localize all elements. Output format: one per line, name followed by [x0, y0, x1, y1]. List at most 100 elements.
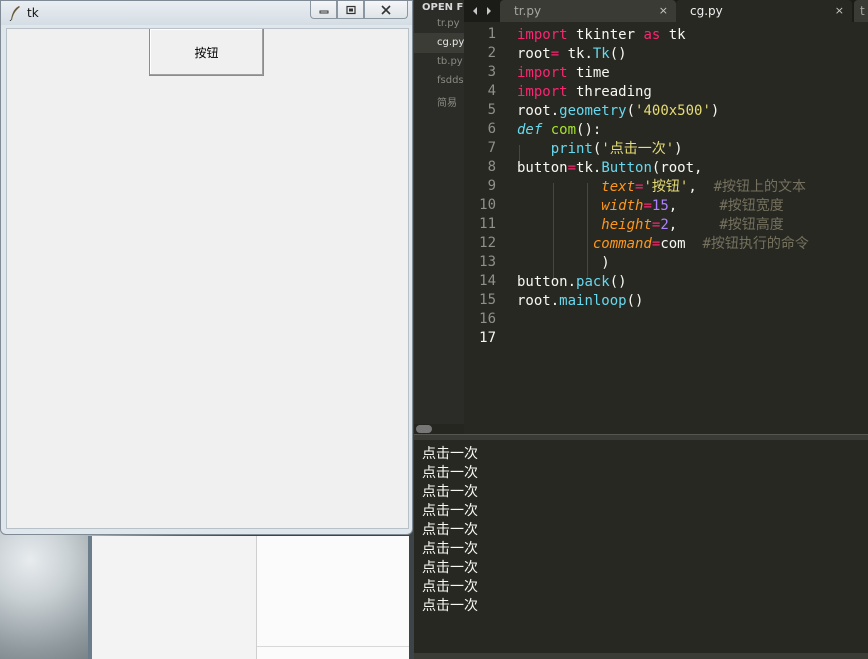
code-line: width=15, #按钮宽度 — [517, 197, 783, 216]
output-line: 点击一次 — [422, 598, 478, 614]
output-line: 点击一次 — [422, 579, 478, 595]
output-line: 点击一次 — [422, 541, 478, 557]
tk-client-area: 按钮 — [6, 28, 409, 529]
tab-nav-arrows-icon[interactable] — [472, 6, 494, 16]
code-line: ) — [517, 254, 609, 273]
code-token: , — [668, 198, 720, 214]
open-files-header: OPEN FI — [422, 2, 464, 13]
tab-close-icon[interactable]: × — [659, 4, 668, 17]
code-line: button.pack() — [517, 273, 627, 292]
maximize-button[interactable] — [337, 1, 364, 19]
tk-titlebar[interactable]: tk — [1, 1, 412, 25]
close-icon — [381, 4, 391, 15]
tab-trpy[interactable]: tr.py × — [500, 0, 676, 22]
code-token: ( — [626, 103, 636, 119]
code-token: width — [601, 198, 644, 214]
code-token: 2 — [660, 217, 669, 233]
code-line: def com(): — [517, 121, 601, 140]
code-token: import — [517, 27, 568, 43]
code-token: ) — [674, 141, 683, 157]
code-token: '点击一次' — [601, 141, 675, 157]
code-comment: #按钮执行的命令 — [702, 236, 809, 252]
code-line: root= tk.Tk() — [517, 45, 627, 64]
line-number: 9 — [487, 178, 496, 194]
code-editor[interactable]: import tkinter as tk root= tk.Tk() impor… — [517, 22, 868, 434]
sidebar-item-cgpy[interactable]: cg.py — [437, 37, 464, 48]
line-number: 7 — [487, 140, 496, 156]
code-token: mainloop — [559, 293, 627, 309]
maximize-icon — [345, 5, 356, 14]
output-line: 点击一次 — [422, 446, 478, 462]
code-line: root.geometry('400x500') — [517, 102, 719, 121]
code-comment: #按钮上的文本 — [713, 179, 807, 195]
code-token: root. — [517, 293, 560, 309]
code-token: Button — [601, 160, 652, 176]
tab-label: cg.py — [690, 4, 723, 18]
code-token: def — [517, 122, 543, 138]
output-line: 点击一次 — [422, 465, 478, 481]
code-token: (): — [576, 122, 602, 138]
sidebar-item-trpy[interactable]: tr.py — [437, 18, 460, 29]
code-token: = — [567, 160, 577, 176]
code-token: tk. — [559, 46, 593, 62]
tab-close-icon[interactable]: × — [835, 4, 844, 17]
tab-label: t — [860, 4, 865, 18]
code-line: print('点击一次') — [517, 140, 683, 159]
line-number: 11 — [479, 216, 496, 232]
tab-bar: tr.py × cg.py × t — [464, 0, 868, 22]
line-number: 14 — [479, 273, 496, 289]
build-output-panel: 点击一次 点击一次 点击一次 点击一次 点击一次 点击一次 点击一次 点击一次 … — [414, 440, 868, 653]
status-bar — [414, 653, 868, 659]
sidebar-item-tbpy[interactable]: tb.py — [437, 56, 463, 67]
code-token: button. — [517, 274, 577, 290]
line-number: 4 — [487, 83, 496, 99]
sidebar-item-fsdds[interactable]: fsdds — [437, 75, 464, 86]
code-token: text — [601, 179, 636, 195]
code-comment: #按钮高度 — [719, 217, 784, 233]
tab-cgpy[interactable]: cg.py × — [676, 0, 852, 22]
sidebar-item-jianyi[interactable]: 简易 — [437, 94, 457, 109]
scroll-thumb[interactable] — [416, 425, 432, 433]
code-line: text='按钮', #按钮上的文本 — [517, 178, 806, 197]
code-token: height — [601, 217, 652, 233]
code-token: command — [592, 236, 652, 252]
tk-window: tk 按钮 — [0, 0, 413, 535]
code-token: () — [626, 293, 644, 309]
line-number: 5 — [487, 102, 496, 118]
code-line: import threading — [517, 83, 652, 102]
code-token: root. — [517, 103, 560, 119]
code-line: command=com #按钮执行的命令 — [517, 235, 809, 254]
close-button[interactable] — [364, 1, 408, 19]
code-token: (root, — [651, 160, 703, 176]
code-line: import tkinter as tk — [517, 26, 686, 45]
window-title: tk — [27, 6, 39, 20]
output-line: 点击一次 — [422, 503, 478, 519]
code-token: pack — [576, 274, 610, 290]
line-number: 8 — [487, 159, 496, 175]
sublime-editor: OPEN FI tr.py cg.py tb.py fsdds 简易 tr.py… — [414, 0, 868, 659]
code-token: tkinter — [567, 27, 644, 43]
background-window-pane — [256, 536, 409, 659]
tab-t[interactable]: t — [854, 0, 868, 22]
background-window — [88, 536, 260, 659]
code-token: tk — [660, 27, 686, 43]
minimize-button[interactable] — [310, 1, 337, 19]
code-line: root.mainloop() — [517, 292, 643, 311]
tab-label: tr.py — [514, 4, 542, 18]
line-number: 6 — [487, 121, 496, 137]
output-line: 点击一次 — [422, 522, 478, 538]
sidebar-scrollbar[interactable] — [414, 424, 464, 434]
code-token: time — [567, 65, 610, 81]
line-number: 2 — [487, 45, 496, 61]
code-token: root — [517, 46, 551, 62]
tk-feather-icon — [9, 6, 20, 21]
tk-push-button[interactable]: 按钮 — [149, 29, 264, 76]
code-line: button=tk.Button(root, — [517, 159, 702, 178]
line-number: 1 — [487, 26, 496, 42]
code-token: import — [517, 65, 568, 81]
code-token: = — [550, 46, 560, 62]
code-line: height=2, #按钮高度 — [517, 216, 784, 235]
